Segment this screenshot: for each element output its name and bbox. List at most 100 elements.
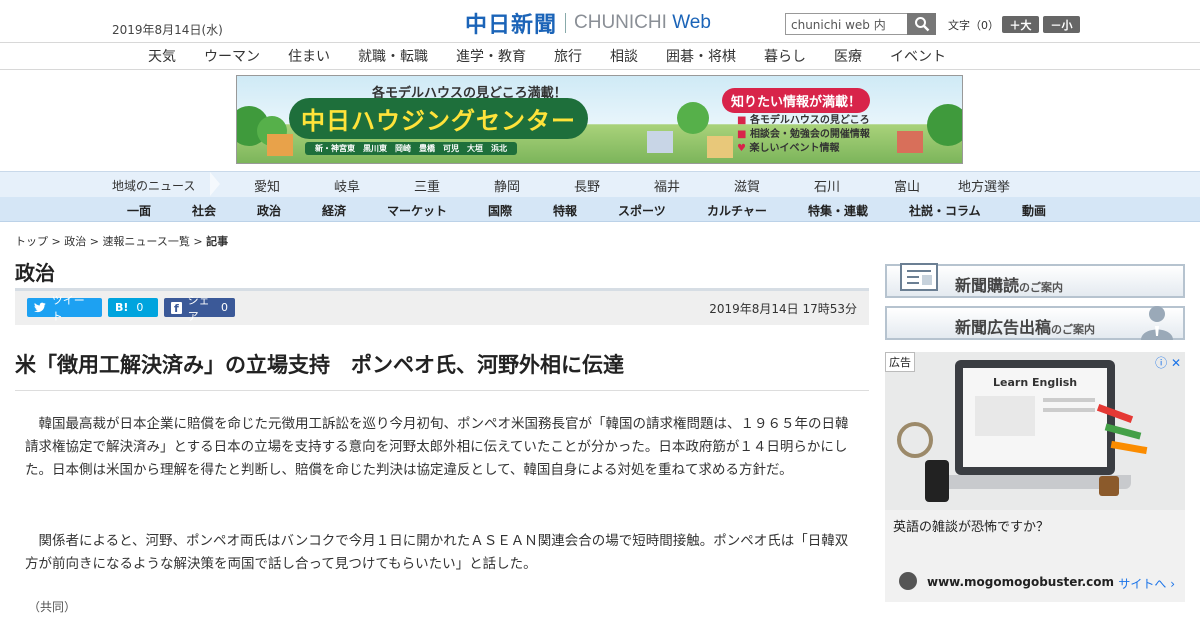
facebook-label: シェア <box>187 293 210 323</box>
subscribe-label: 新聞購読のご案内 <box>955 276 1064 295</box>
section-item[interactable]: 政治 <box>257 202 281 219</box>
regional-news-label: 地域のニュース <box>112 179 196 193</box>
house-decoration <box>267 134 293 156</box>
top-nav-item[interactable]: 住まい <box>288 46 330 66</box>
section-item[interactable]: 社説・コラム <box>909 202 981 219</box>
banner-cities: 新・神宮東 黒川東 岡崎 豊橋 可児 大垣 浜北 <box>305 142 517 155</box>
top-nav-item[interactable]: 就職・転職 <box>358 46 428 66</box>
share-bar: ツイート B! 0 f シェア 0 2019年8月14日 17時53分 <box>15 288 869 325</box>
breadcrumb-current: 記事 <box>206 235 229 248</box>
top-nav: 天気 ウーマン 住まい 就職・転職 進学・教育 旅行 相談 囲碁・将棋 暮らし … <box>0 42 1200 70</box>
region-item[interactable]: 石川 <box>814 176 840 195</box>
hatena-bookmark-button[interactable]: B! 0 <box>108 298 158 317</box>
ad-image[interactable]: Learn English <box>885 352 1185 510</box>
businessperson-icon <box>1141 306 1173 340</box>
section-item[interactable]: 特集・連載 <box>808 202 868 219</box>
ad-url[interactable]: www.mogomogobuster.com <box>927 575 1114 589</box>
font-larger-button[interactable]: ＋大 <box>1002 16 1039 33</box>
breadcrumb-link[interactable]: 速報ニュース一覧 <box>102 235 189 248</box>
top-nav-item[interactable]: 囲碁・将棋 <box>666 46 736 66</box>
tweet-button[interactable]: ツイート <box>27 294 102 323</box>
region-item[interactable]: 長野 <box>574 176 600 195</box>
marker-decoration <box>1110 440 1148 455</box>
hatena-icon: B! <box>115 301 129 314</box>
top-nav-item[interactable]: 旅行 <box>554 46 582 66</box>
ad-screen-text: Learn English <box>993 376 1078 389</box>
section-item[interactable]: マーケット <box>387 202 447 219</box>
laptop-screen: Learn English <box>955 360 1115 475</box>
top-nav-item[interactable]: 相談 <box>610 46 638 66</box>
ad-badge: 広告 <box>885 352 915 372</box>
facebook-share-button[interactable]: f シェア 0 <box>164 294 235 323</box>
advertise-label: 新聞広告出稿のご案内 <box>955 318 1096 337</box>
published-date: 2019年8月14日 17時53分 <box>709 302 857 316</box>
phone-decoration <box>925 460 949 502</box>
region-item[interactable]: 岐阜 <box>334 176 360 195</box>
adchoices-icon[interactable]: ⓘ ✕ <box>1155 354 1181 371</box>
region-item[interactable]: 地方選挙 <box>958 176 1010 195</box>
section-title: 政治 <box>15 261 55 285</box>
newspaper-icon <box>900 263 938 291</box>
logo-japanese: 中日新聞 <box>465 12 558 38</box>
housing-center-banner[interactable]: 各モデルハウスの見どころ満載！ 中日ハウジングセンター 新・神宮東 黒川東 岡崎 豊橋… <box>236 75 963 164</box>
chevron-right-icon: › <box>1170 577 1175 591</box>
ad-title[interactable]: 英語の雑談が恐怖ですか？ <box>893 516 1049 535</box>
advertise-banner[interactable]: 新聞広告出稿のご案内 <box>885 306 1185 340</box>
section-item[interactable]: 社会 <box>192 202 216 219</box>
section-item[interactable]: 特報 <box>553 202 577 219</box>
ad-site-link[interactable]: サイトへ › <box>1118 575 1175 592</box>
cup-decoration <box>1099 476 1119 496</box>
region-item[interactable]: 滋賀 <box>734 176 760 195</box>
sidebar-ad[interactable]: Learn English 広告 ⓘ ✕ 英語の雑談が恐怖ですか？ www.mo… <box>885 352 1185 602</box>
section-item[interactable]: 一面 <box>127 202 151 219</box>
house-decoration <box>897 131 923 153</box>
font-size-label: 文字（0） <box>948 19 999 32</box>
house-decoration <box>647 131 673 153</box>
section-nav: 一面 社会 政治 経済 マーケット 国際 特報 スポーツ カルチャー 特集・連載… <box>0 197 1200 222</box>
region-item[interactable]: 愛知 <box>254 176 280 195</box>
search-icon <box>914 17 929 32</box>
breadcrumb-link[interactable]: トップ <box>15 235 48 248</box>
current-date: 2019年8月14日(水) <box>112 23 223 37</box>
subscribe-banner[interactable]: 新聞購読のご案内 <box>885 263 1185 298</box>
facebook-count: 0 <box>221 301 228 314</box>
tweet-label: ツイート <box>51 293 85 323</box>
article-credit: （共同） <box>28 600 77 614</box>
site-logo[interactable]: 中日新聞 CHUNICHI Web <box>465 8 711 38</box>
section-item[interactable]: カルチャー <box>707 202 767 219</box>
top-nav-item[interactable]: 医療 <box>834 46 862 66</box>
house-decoration <box>707 136 733 158</box>
region-item[interactable]: 静岡 <box>494 176 520 195</box>
top-nav-item[interactable]: イベント <box>890 46 946 66</box>
section-item[interactable]: 経済 <box>322 202 346 219</box>
search-button[interactable] <box>907 13 936 35</box>
hatena-count: 0 <box>136 301 144 314</box>
tree-decoration <box>677 102 709 134</box>
font-smaller-button[interactable]: －小 <box>1043 16 1080 33</box>
magnifier-decoration <box>897 422 933 458</box>
regional-news-nav: 地域のニュース 愛知 岐阜 三重 静岡 長野 福井 滋賀 石川 富山 地方選挙 <box>0 171 1200 198</box>
region-item[interactable]: 富山 <box>894 176 920 195</box>
breadcrumb-link[interactable]: 政治 <box>64 235 86 248</box>
top-nav-item[interactable]: ウーマン <box>204 46 260 66</box>
logo-divider <box>565 13 567 33</box>
top-nav-item[interactable]: 天気 <box>148 46 176 66</box>
article-headline: 米「徴用工解決済み」の立場支持 ポンペオ氏、河野外相に伝達 <box>15 353 624 377</box>
globe-icon <box>899 572 917 590</box>
tree-decoration <box>927 104 962 146</box>
region-item[interactable]: 福井 <box>654 176 680 195</box>
region-item[interactable]: 三重 <box>414 176 440 195</box>
section-item[interactable]: スポーツ <box>618 202 666 219</box>
top-nav-item[interactable]: 進学・教育 <box>456 46 526 66</box>
banner-right-title: 知りたい情報が満載！ <box>722 88 871 113</box>
section-item[interactable]: 国際 <box>488 202 512 219</box>
banner-title: 中日ハウジングセンター <box>289 98 588 139</box>
top-nav-item[interactable]: 暮らし <box>764 46 806 66</box>
breadcrumb: トップ > 政治 > 速報ニュース一覧 > 記事 <box>15 235 229 248</box>
twitter-icon <box>34 302 46 313</box>
nav-arrow-divider <box>210 172 220 196</box>
section-item[interactable]: 動画 <box>1022 202 1046 219</box>
banner-feature-list: ■ 各モデルハウスの見どころ ■ 相談会・勉強会の開催情報 ♥ 楽しいイベント情… <box>737 115 870 154</box>
facebook-icon: f <box>171 301 182 315</box>
article-paragraph: 関係者によると、河野、ポンペオ両氏はバンコクで今月１日に開かれたＡＳＥＡＮ関連会… <box>25 533 849 572</box>
